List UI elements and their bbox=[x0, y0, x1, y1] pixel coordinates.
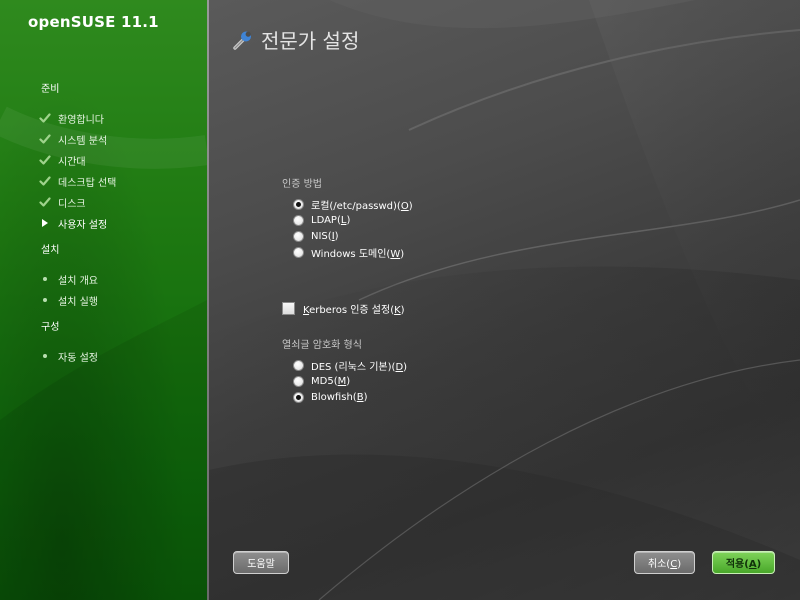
section-title-prepare: 준비 bbox=[41, 84, 60, 95]
bullet-icon bbox=[38, 272, 52, 286]
section-title-install: 설치 bbox=[41, 245, 60, 256]
background-swooshes bbox=[209, 0, 800, 600]
step-label: 시간대 bbox=[58, 156, 86, 168]
check-icon bbox=[38, 153, 52, 167]
cancel-button[interactable]: 취소(C) bbox=[634, 551, 695, 574]
step-label: 시스템 분석 bbox=[58, 135, 108, 147]
radio-md5[interactable]: MD5(M) bbox=[293, 374, 350, 388]
radio-button[interactable] bbox=[293, 359, 304, 371]
step-label: 환영합니다 bbox=[58, 114, 104, 126]
step-install-run: 설치 실행 bbox=[38, 292, 98, 308]
main-panel: 전문가 설정 인증 방법 로컬(/etc/passwd)(O) LDAP(L) … bbox=[209, 0, 800, 600]
radio-local-passwd[interactable]: 로컬(/etc/passwd)(O) bbox=[293, 197, 413, 212]
arrow-right-icon bbox=[38, 216, 52, 230]
sidebar: openSUSE 11.1 준비 환영합니다 시스템 분석 시간대 데스크탑 선… bbox=[0, 0, 207, 600]
radio-button[interactable] bbox=[293, 230, 304, 242]
radio-label: LDAP(L) bbox=[311, 214, 351, 226]
radio-blowfish[interactable]: Blowfish(B) bbox=[293, 390, 367, 404]
step-auto-config: 자동 설정 bbox=[38, 348, 98, 364]
check-icon bbox=[38, 174, 52, 188]
radio-button[interactable] bbox=[293, 198, 304, 210]
step-label: 설치 개요 bbox=[58, 275, 98, 287]
installer-window: openSUSE 11.1 준비 환영합니다 시스템 분석 시간대 데스크탑 선… bbox=[0, 0, 800, 600]
cancel-button-label: 취소(C) bbox=[647, 559, 682, 570]
bullet-icon bbox=[38, 293, 52, 307]
radio-button[interactable] bbox=[293, 391, 304, 403]
help-button[interactable]: 도움말 bbox=[233, 551, 289, 574]
section-title-configure: 구성 bbox=[41, 322, 60, 333]
radio-label: 로컬(/etc/passwd)(O) bbox=[311, 200, 413, 212]
radio-label: Blowfish(B) bbox=[311, 391, 368, 403]
bullet-icon bbox=[38, 349, 52, 363]
kerberos-checkbox[interactable] bbox=[282, 301, 295, 315]
radio-nis[interactable]: NIS(I) bbox=[293, 229, 339, 243]
password-encryption-label: 열쇠글 암호화 형식 bbox=[282, 340, 362, 351]
accept-button-label: 적용(A) bbox=[725, 559, 762, 570]
radio-ldap[interactable]: LDAP(L) bbox=[293, 213, 350, 227]
kerberos-label: Kerberos 인증 설정(K) bbox=[303, 304, 405, 316]
radio-button[interactable] bbox=[293, 246, 304, 258]
accept-button[interactable]: 적용(A) bbox=[712, 551, 775, 574]
step-disk: 디스크 bbox=[38, 194, 86, 210]
wrench-icon bbox=[233, 31, 251, 50]
radio-windows-domain[interactable]: Windows 도메인(W) bbox=[293, 245, 405, 260]
radio-label: NIS(I) bbox=[311, 230, 339, 242]
kerberos-checkbox-row[interactable]: Kerberos 인증 설정(K) bbox=[282, 301, 405, 316]
step-install-overview: 설치 개요 bbox=[38, 271, 98, 287]
step-timezone: 시간대 bbox=[38, 152, 86, 168]
step-system-analysis: 시스템 분석 bbox=[38, 131, 107, 147]
brand-title: openSUSE 11.1 bbox=[28, 13, 159, 31]
step-desktop-selection: 데스크탑 선택 bbox=[38, 173, 116, 189]
check-icon bbox=[38, 132, 52, 146]
help-button-label: 도움말 bbox=[247, 559, 275, 570]
step-label: 사용자 설정 bbox=[58, 219, 108, 231]
radio-label: DES (리눅스 기본)(D) bbox=[311, 361, 408, 373]
radio-label: Windows 도메인(W) bbox=[311, 248, 405, 260]
step-welcome: 환영합니다 bbox=[38, 110, 104, 126]
auth-method-label: 인증 방법 bbox=[282, 179, 322, 190]
radio-des[interactable]: DES (리눅스 기본)(D) bbox=[293, 358, 408, 373]
radio-button[interactable] bbox=[293, 375, 304, 387]
radio-label: MD5(M) bbox=[311, 375, 351, 387]
page-title-text: 전문가 설정 bbox=[261, 29, 360, 53]
step-label: 데스크탑 선택 bbox=[58, 177, 117, 189]
step-label: 디스크 bbox=[58, 198, 86, 210]
step-label: 자동 설정 bbox=[58, 352, 98, 364]
radio-button[interactable] bbox=[293, 214, 304, 226]
page-title: 전문가 설정 bbox=[231, 25, 359, 54]
step-label: 설치 실행 bbox=[58, 296, 98, 308]
check-icon bbox=[38, 111, 52, 125]
step-user-settings: 사용자 설정 bbox=[38, 215, 107, 231]
sidebar-background-swoosh bbox=[0, 106, 207, 600]
check-icon bbox=[38, 195, 52, 209]
